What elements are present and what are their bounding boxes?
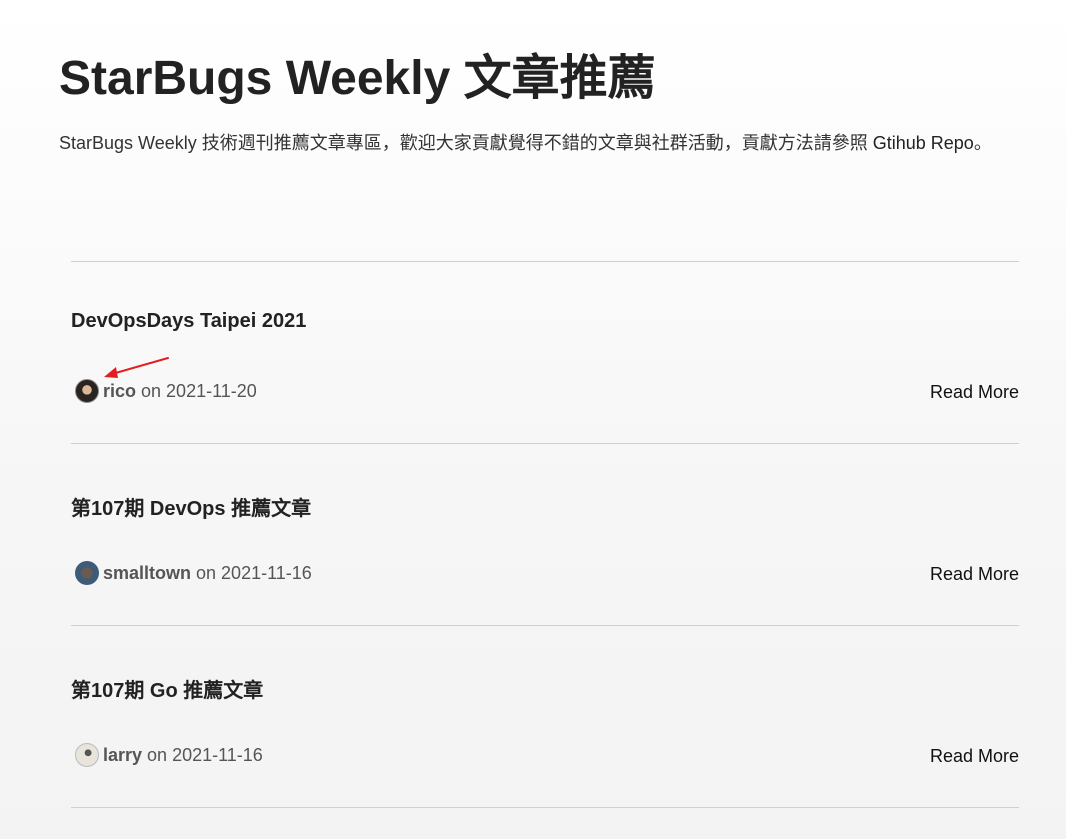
post-item: DevOpsDays Taipei 2021 rico on 2021-11-2… [71, 261, 1019, 443]
author-name[interactable]: larry [103, 745, 142, 766]
post-item: 第107期 DevOps 推薦文章 smalltown on 2021-11-1… [71, 443, 1019, 625]
post-title[interactable]: 第107期 DevOps 推薦文章 [71, 492, 311, 521]
on-label: on [196, 562, 217, 583]
author-avatar[interactable] [75, 379, 99, 403]
author-avatar[interactable] [75, 561, 99, 585]
post-title[interactable]: 第107期 Go 推薦文章 [71, 674, 263, 703]
post-meta: smalltown on 2021-11-16 [75, 561, 312, 585]
intro-suffix: 。 [973, 133, 992, 153]
post-item: 第107期 Go 推薦文章 larry on 2021-11-16 Read M… [71, 625, 1019, 808]
post-title[interactable]: DevOpsDays Taipei 2021 [71, 310, 306, 333]
read-more-link[interactable]: Read More [930, 746, 1019, 767]
intro-text: StarBugs Weekly 技術週刊推薦文章專區，歡迎大家貢獻覺得不錯的文章… [59, 133, 873, 153]
author-name[interactable]: rico [103, 381, 136, 402]
post-list: DevOpsDays Taipei 2021 rico on 2021-11-2… [71, 261, 1019, 808]
on-label: on [141, 380, 162, 401]
read-more-link[interactable]: Read More [930, 382, 1019, 403]
post-date: 2021-11-16 [172, 744, 263, 765]
post-date: 2021-11-16 [221, 562, 312, 583]
on-label: on [147, 744, 168, 765]
post-date: 2021-11-20 [166, 380, 257, 401]
post-meta: rico on 2021-11-20 [75, 379, 257, 403]
author-avatar[interactable] [75, 743, 99, 767]
arrow-head [104, 367, 118, 378]
arrow-shaft [111, 357, 169, 375]
github-repo-link[interactable]: Gtihub Repo [873, 133, 974, 153]
author-name[interactable]: smalltown [103, 563, 191, 584]
page-title: StarBugs Weekly 文章推薦 [59, 52, 656, 105]
post-meta: larry on 2021-11-16 [75, 743, 263, 767]
red-arrow-annotation-icon [104, 357, 169, 378]
intro-paragraph: StarBugs Weekly 技術週刊推薦文章專區，歡迎大家貢獻覺得不錯的文章… [59, 128, 1029, 159]
read-more-link[interactable]: Read More [930, 564, 1019, 585]
